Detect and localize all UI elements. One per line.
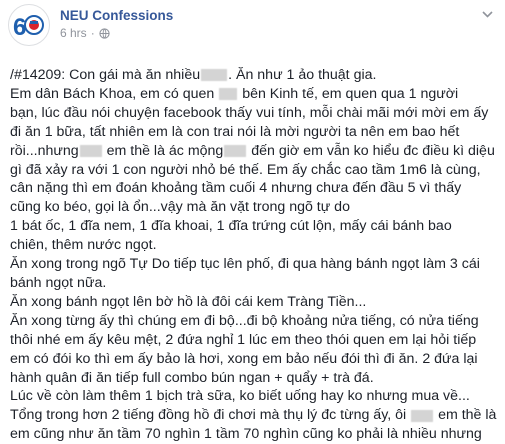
neu-60-logo-icon: 6: [10, 6, 48, 44]
globe-icon: [99, 27, 110, 39]
post-line: gì đã xảy ra với 1 con người nhỏ bé thế.…: [10, 161, 481, 178]
page-name-link[interactable]: NEU Confessions: [60, 8, 173, 23]
post-body: /#14209: Con gái mà ăn nhiều. Ăn như 1 ả…: [10, 66, 498, 444]
redacted-word: [224, 144, 247, 157]
post-meta: 6 hrs ·: [60, 26, 110, 40]
post-line: Lúc về còn làm thêm 1 bịch trà sữa, ko b…: [10, 388, 470, 405]
post-timestamp[interactable]: 6 hrs: [60, 26, 87, 40]
post-line: chiên, thêm nước ngọt.: [10, 237, 157, 254]
post-line: cũng ko béo, gọi là ổn...vậy mà ăn vặt t…: [10, 199, 350, 216]
redacted-word: [79, 144, 102, 157]
post-line: bạn, lúc đầu nói chuyện facebook thấy vu…: [10, 104, 489, 121]
post-line: em có đói ko thì em ấy bảo là hơi, xong …: [10, 350, 478, 367]
post-line: bánh ngọt nữa.: [10, 274, 107, 291]
post-line: Ăn xong bánh ngọt lên bờ hồ là đôi cái k…: [10, 293, 367, 310]
post-options-button[interactable]: [479, 6, 495, 22]
post-line: 1 bát ốc, 1 đĩa nem, 1 đĩa khoai, 1 đĩa …: [10, 218, 452, 235]
post-line: em cũng như ăn tầm 70 nghìn 1 tầm 70 ngh…: [10, 426, 482, 443]
chevron-down-icon: [481, 10, 493, 18]
post-line: đi ăn 1 bữa, tất nhiên em là con trai nó…: [10, 123, 460, 140]
post-line: rồi...nhưng em thề là ác mộng đến giờ em…: [10, 142, 495, 159]
post-line: /#14209: Con gái mà ăn nhiều. Ăn như 1 ả…: [10, 67, 377, 83]
post-line: cân nặng thì em đoán khoảng tầm cuối 4 n…: [10, 180, 462, 197]
page-avatar[interactable]: 6: [8, 4, 50, 46]
post-line: Tổng trong hơn 2 tiếng đồng hồ đi chơi m…: [10, 407, 497, 424]
post-line: Ăn xong từng ấy thì chúng em đi bộ...đi …: [10, 312, 479, 329]
post-line: hành quân đi ăn tiếp full combo bún ngan…: [10, 369, 374, 386]
post-line: Em dân Bách Khoa, em có quen bên Kinh tế…: [10, 85, 459, 102]
post-line: thôi nhé em ấy kêu mệt, 2 đứa nghỉ 1 lúc…: [10, 331, 477, 348]
redacted-word: [219, 88, 238, 101]
redacted-word: [201, 69, 228, 82]
post-line: Ăn xong trong ngõ Tự Do tiếp tục lên phố…: [10, 256, 480, 273]
redacted-word: [411, 409, 434, 422]
post-header: 6 NEU Confessions 6 hrs ·: [0, 0, 505, 60]
